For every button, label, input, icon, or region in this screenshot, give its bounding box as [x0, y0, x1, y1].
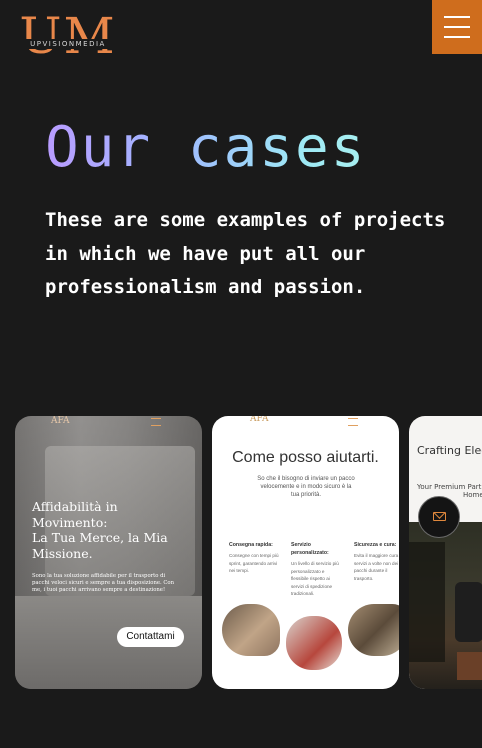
- hamburger-icon: [444, 36, 470, 38]
- envelope-icon: [433, 512, 446, 521]
- card-menu-icon: [348, 418, 358, 426]
- hamburger-icon: [444, 16, 470, 18]
- case-card-interior[interactable]: Crafting Elega Your Premium Partner Home: [409, 416, 482, 689]
- service-photo: [222, 604, 280, 656]
- logo-letters: UM: [19, 7, 117, 65]
- service-photo: [348, 604, 399, 656]
- site-header: UM UPVISIONMEDIA: [0, 0, 482, 80]
- cases-carousel[interactable]: AFA Affidabilità in Movimento: La Tua Me…: [0, 416, 482, 690]
- table-shape: [457, 652, 482, 680]
- menu-button[interactable]: [432, 0, 482, 54]
- card-heading: Affidabilità in Movimento: La Tua Merce,…: [32, 499, 192, 561]
- service-column: Servizio personalizzato: Un livello di s…: [291, 541, 343, 598]
- card-logo: AFA: [250, 416, 269, 424]
- card-heading: Come posso aiutarti.: [232, 449, 379, 466]
- card-heading: Crafting Elega: [417, 444, 482, 457]
- service-photo: [286, 616, 342, 670]
- service-title: Servizio personalizzato:: [291, 542, 329, 556]
- service-column: Consegna rapida: Consegne con tempi più …: [229, 541, 281, 575]
- page-title: Our cases: [45, 115, 367, 180]
- case-card-services[interactable]: AFA Come posso aiutarti. So che il bisog…: [212, 416, 399, 689]
- card-subheading-2: Home: [463, 491, 482, 499]
- service-title: Sicurezza e cura:: [354, 542, 397, 548]
- service-body: Consegne con tempi più sprint, garantend…: [229, 553, 279, 573]
- case-card-delivery-hero[interactable]: AFA Affidabilità in Movimento: La Tua Me…: [15, 416, 202, 689]
- contact-mail-button[interactable]: [418, 496, 460, 538]
- photo-shadow: [409, 542, 445, 662]
- card-heading-line1: Affidabilità in Movimento:: [32, 499, 118, 530]
- card-menu-icon: [151, 418, 161, 426]
- chair-shape: [455, 582, 482, 642]
- page-subtitle: These are some examples of projects in w…: [45, 209, 446, 298]
- interior-photo: [409, 522, 482, 689]
- card-lead: So che il bisogno di inviare un pacco ve…: [257, 476, 355, 498]
- card-heading-line2: La Tua Merce, la Mia Missione.: [32, 530, 168, 561]
- upvisionmedia-logo[interactable]: UM UPVISIONMEDIA: [18, 8, 118, 66]
- service-column: Sicurezza e cura: Evita il maggiore cura…: [354, 541, 399, 582]
- card-logo: AFA: [51, 416, 70, 426]
- service-body: Un livello di servizio più personalizzat…: [291, 561, 339, 596]
- contattami-button[interactable]: Contattami: [117, 627, 184, 647]
- card-body: Sono la tua soluzione affidabile per il …: [32, 573, 175, 594]
- service-title: Consegna rapida:: [229, 542, 273, 548]
- hamburger-icon: [444, 26, 470, 28]
- logo-tagline: UPVISIONMEDIA: [18, 39, 118, 49]
- service-body: Evita il maggiore cura dei servizi a vol…: [354, 553, 399, 581]
- card-subheading: Your Premium Partner: [417, 483, 482, 491]
